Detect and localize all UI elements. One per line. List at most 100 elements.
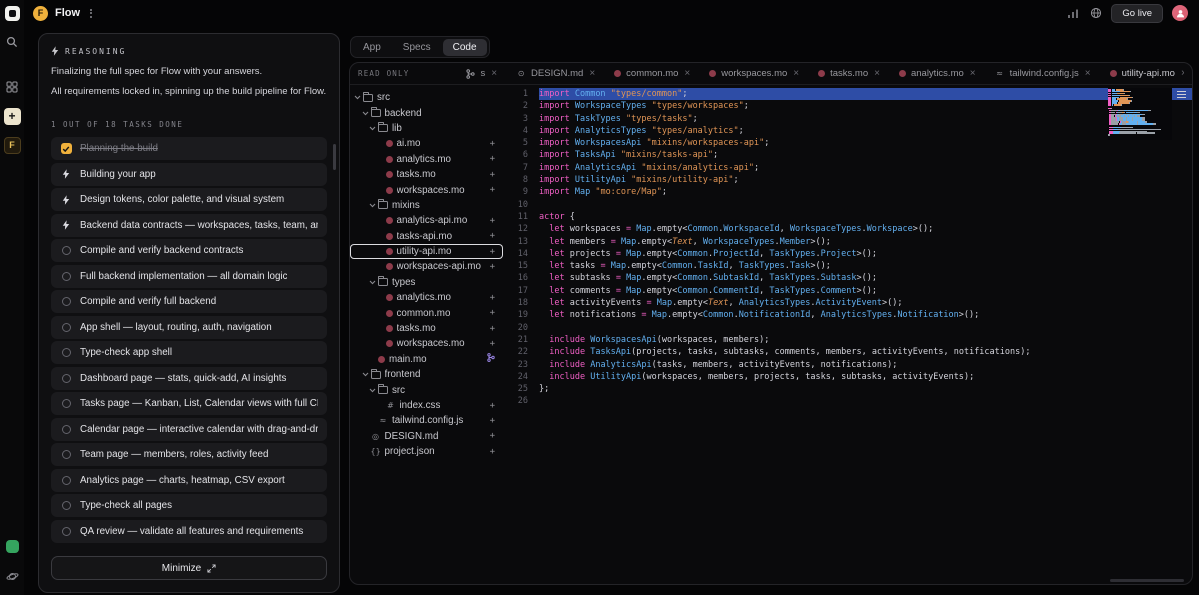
deploy-status-button[interactable] xyxy=(3,537,21,555)
user-avatar[interactable] xyxy=(1170,3,1190,23)
app-menu-button[interactable] xyxy=(87,6,95,21)
markdown-file-icon: ⊙ xyxy=(517,69,525,78)
chevron-down-icon[interactable] xyxy=(354,95,363,100)
close-icon[interactable]: × xyxy=(792,68,800,79)
tree-file-utility-api.mo[interactable]: utility-api.mo + xyxy=(350,244,503,259)
file-tab-tasks.mo[interactable]: tasks.mo × xyxy=(809,68,890,79)
chevron-down-icon[interactable] xyxy=(369,203,378,208)
line-number: 21 xyxy=(517,334,528,345)
horizontal-scrollbar[interactable] xyxy=(1110,579,1184,582)
progress-label: 1 OUT OF 18 TASKS DONE xyxy=(51,120,184,129)
motoko-file-icon xyxy=(898,70,906,77)
tree-file-workspaces-api.mo[interactable]: workspaces-api.mo + xyxy=(350,259,503,274)
tree-file-analytics.mo[interactable]: analytics.mo + xyxy=(350,152,503,167)
code-line: 7 import AnalyticsApi "mixins/analytics-a… xyxy=(507,162,1192,174)
grid-icon xyxy=(6,81,18,93)
chevron-down-icon[interactable] xyxy=(369,280,378,285)
tree-folder-src[interactable]: src xyxy=(350,382,503,397)
code-line: 5 import WorkspacesApi "mixins/workspaces… xyxy=(507,137,1192,149)
task-item: QA review — validate all features and re… xyxy=(51,519,327,543)
tree-item-label: DESIGN.md xyxy=(384,430,439,442)
close-icon[interactable]: × xyxy=(490,68,498,79)
tree-file-ai.mo[interactable]: ai.mo + xyxy=(350,136,503,151)
code-line: 24 include UtilityApi(workspaces, member… xyxy=(507,371,1192,383)
minimize-button[interactable]: Minimize xyxy=(51,556,327,580)
apps-grid-button[interactable] xyxy=(3,78,21,96)
tree-file-workspaces.mo[interactable]: workspaces.mo + xyxy=(350,336,503,351)
tree-file-index.css[interactable]: # index.css + xyxy=(350,398,503,413)
code-editor[interactable]: 1 import Common "types/common"; 2 import Wo… xyxy=(507,85,1192,584)
task-label: Dashboard page — stats, quick-add, AI in… xyxy=(80,372,287,384)
task-item: App shell — layout, routing, auth, navig… xyxy=(51,315,327,339)
file-tab-DESIGN.md[interactable]: ⊙ DESIGN.md × xyxy=(507,68,605,79)
close-icon[interactable]: × xyxy=(1180,68,1184,79)
minimap[interactable] xyxy=(1108,88,1172,140)
file-tab-analytics.mo[interactable]: analytics.mo × xyxy=(890,68,986,79)
chevron-down-icon[interactable] xyxy=(369,126,378,131)
language-button[interactable] xyxy=(1088,5,1104,21)
tree-file-tailwind.config.js[interactable]: ≈ tailwind.config.js + xyxy=(350,413,503,428)
line-number: 11 xyxy=(517,211,528,222)
added-icon: + xyxy=(489,400,495,411)
go-live-button[interactable]: Go live xyxy=(1111,3,1163,23)
tree-file-DESIGN.md[interactable]: ◎ DESIGN.md + xyxy=(350,429,503,444)
tree-folder-frontend[interactable]: frontend xyxy=(350,367,503,382)
tree-file-analytics.mo[interactable]: analytics.mo + xyxy=(350,290,503,305)
tree-file-common.mo[interactable]: common.mo + xyxy=(350,305,503,320)
close-icon[interactable]: × xyxy=(588,68,596,79)
tab-code[interactable]: Code xyxy=(442,38,487,56)
motoko-file-icon xyxy=(385,263,393,271)
tree-file-tasks.mo[interactable]: tasks.mo + xyxy=(350,167,503,182)
added-icon: + xyxy=(489,215,495,226)
file-tab-common.mo[interactable]: common.mo × xyxy=(605,68,700,79)
chevron-down-icon[interactable] xyxy=(362,111,371,116)
tree-folder-types[interactable]: types xyxy=(350,275,503,290)
current-app-button[interactable]: F xyxy=(3,136,21,154)
tree-item-label: tasks.mo xyxy=(396,169,436,181)
close-icon[interactable]: × xyxy=(873,68,881,79)
motoko-file-icon xyxy=(385,325,393,333)
chevron-down-icon[interactable] xyxy=(362,372,371,377)
task-label: Backend data contracts — workspaces, tas… xyxy=(80,219,318,231)
tree-file-workspaces.mo[interactable]: workspaces.mo + xyxy=(350,182,503,197)
tree-folder-lib[interactable]: lib xyxy=(350,121,503,136)
editor-menu-icon[interactable] xyxy=(1176,90,1187,99)
file-tab-utility-api.mo[interactable]: utility-api.mo × xyxy=(1101,68,1184,79)
task-label: Tasks page — Kanban, List, Calendar view… xyxy=(80,398,318,409)
code-line: 25}; xyxy=(507,383,1192,395)
tab-specs[interactable]: Specs xyxy=(393,39,441,56)
tree-item-label: ai.mo xyxy=(396,138,421,150)
tab-app[interactable]: App xyxy=(353,39,391,56)
tree-item-label: mixins xyxy=(392,199,420,211)
task-label: Design tokens, color palette, and visual… xyxy=(80,194,285,205)
file-tab-tailwind.config.js[interactable]: ≈ tailwind.config.js × xyxy=(986,68,1101,79)
chevron-down-icon[interactable] xyxy=(369,388,378,393)
added-icon: + xyxy=(489,431,495,442)
tree-file-tasks.mo[interactable]: tasks.mo + xyxy=(350,321,503,336)
file-tab-s[interactable]: s × xyxy=(457,68,507,79)
line-number: 1 xyxy=(522,89,528,99)
tree-folder-mixins[interactable]: mixins xyxy=(350,198,503,213)
folder-icon xyxy=(370,107,381,118)
tree-file-tasks-api.mo[interactable]: tasks-api.mo + xyxy=(350,229,503,244)
tree-folder-backend[interactable]: backend xyxy=(350,105,503,120)
new-app-button[interactable]: + xyxy=(3,107,21,125)
close-icon[interactable]: × xyxy=(1084,68,1092,79)
search-button[interactable] xyxy=(3,33,21,51)
file-tab-workspaces.mo[interactable]: workspaces.mo × xyxy=(700,68,809,79)
close-icon[interactable]: × xyxy=(969,68,977,79)
tree-file-main.mo[interactable]: main.mo xyxy=(350,352,503,367)
circle-icon xyxy=(61,271,71,281)
tree-file-project.json[interactable]: {} project.json + xyxy=(350,444,503,459)
stats-button[interactable] xyxy=(1065,6,1081,21)
scrollbar-thumb[interactable] xyxy=(333,144,336,170)
task-label: Type-check app shell xyxy=(80,347,173,358)
settings-button[interactable] xyxy=(3,567,21,585)
tree-file-analytics-api.mo[interactable]: analytics-api.mo + xyxy=(350,213,503,228)
folder-icon xyxy=(378,276,388,287)
workspace-logo-button[interactable] xyxy=(3,4,21,22)
tree-item-label: workspaces-api.mo xyxy=(396,261,481,273)
close-icon[interactable]: × xyxy=(683,68,691,79)
line-number: 25 xyxy=(517,384,528,395)
tree-folder-src[interactable]: src xyxy=(350,90,503,105)
